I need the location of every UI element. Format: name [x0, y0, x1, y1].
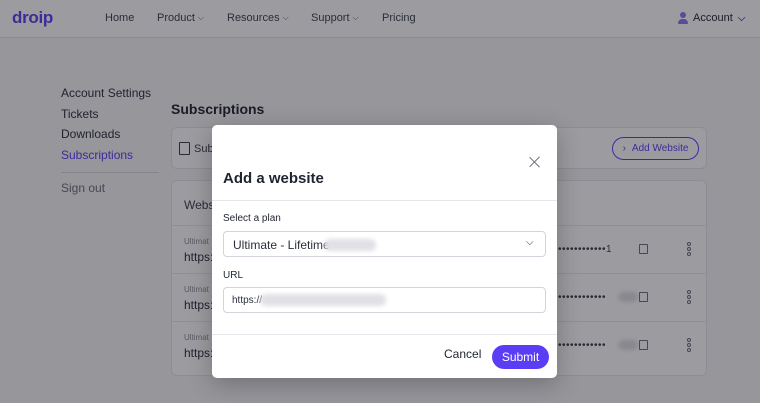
plan-select[interactable]: Ultimate - Lifetime ⌵ [223, 231, 546, 257]
chevron-down-icon: ⌵ [526, 237, 534, 248]
add-website-modal: Add a website Select a plan Ultimate - L… [212, 125, 557, 378]
close-icon[interactable] [528, 155, 542, 169]
modal-divider [212, 200, 557, 201]
url-label: URL [223, 270, 244, 281]
redacted-text [324, 239, 376, 251]
plan-select-value: Ultimate - Lifetime [233, 238, 330, 252]
plan-label: Select a plan [223, 213, 281, 224]
redacted-text [260, 294, 386, 306]
modal-title: Add a website [223, 170, 324, 187]
submit-button[interactable]: Submit [492, 345, 549, 369]
cancel-button[interactable]: Cancel [444, 347, 481, 361]
modal-divider [212, 334, 557, 335]
